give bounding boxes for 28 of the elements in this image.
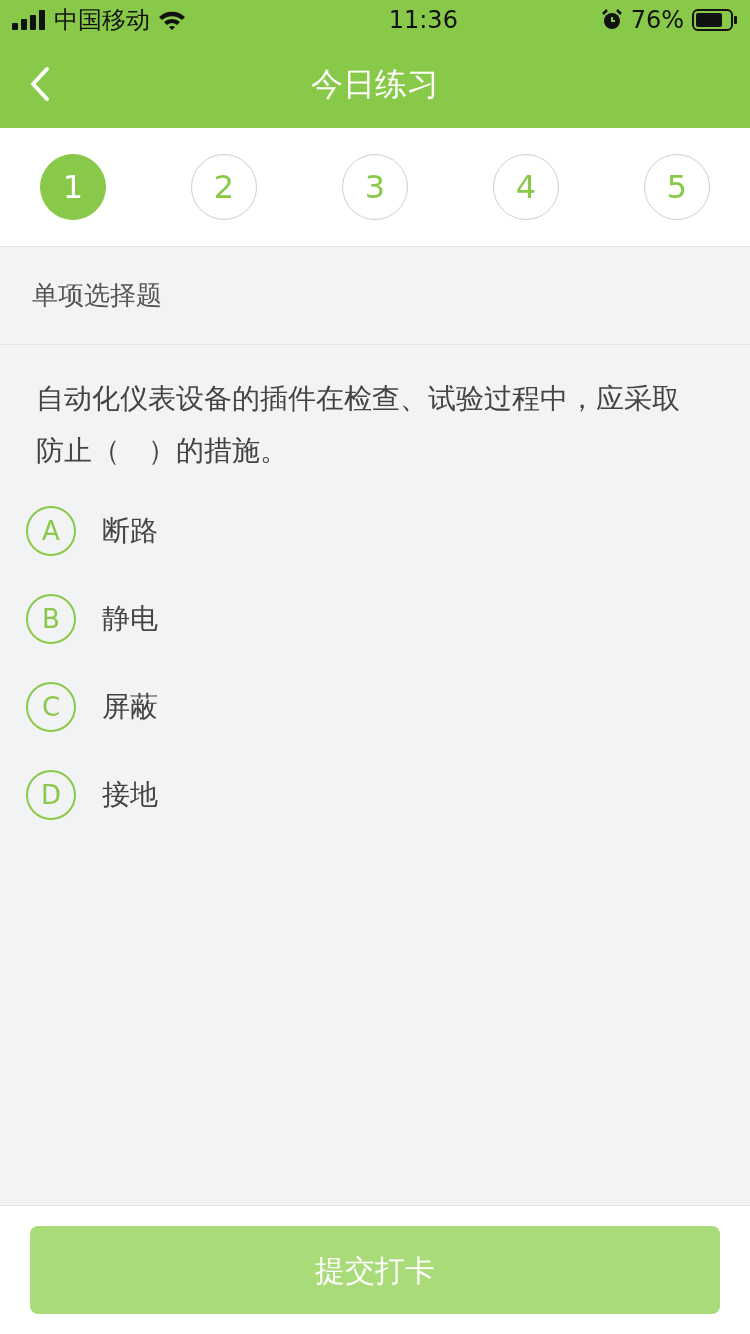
option-text: 断路	[102, 513, 158, 549]
question-number-tab[interactable]: 5	[644, 154, 710, 220]
question-number-tab[interactable]: 3	[342, 154, 408, 220]
answer-option[interactable]: C 屏蔽	[0, 663, 184, 751]
carrier-name: 中国移动	[54, 5, 150, 36]
question-number-tab[interactable]: 2	[191, 154, 257, 220]
answer-option[interactable]: A 断路	[0, 487, 184, 575]
alarm-icon	[600, 9, 623, 31]
battery-icon	[692, 9, 738, 31]
page-title: 今日练习	[311, 64, 439, 105]
question-number-tab[interactable]: 4	[493, 154, 559, 220]
question-text: 自动化仪表设备的插件在检查、试验过程中，应采取防止（ ）的措施。	[35, 381, 681, 469]
answer-option[interactable]: D 接地	[0, 751, 184, 839]
question-number-tab[interactable]: 1	[40, 154, 106, 220]
question-type: 单项选择题	[32, 279, 162, 312]
option-letter: B	[26, 594, 76, 644]
option-text: 屏蔽	[102, 689, 158, 725]
clock-time: 11:36	[388, 5, 458, 36]
battery-percent: 76%	[630, 5, 684, 36]
option-text: 接地	[102, 777, 158, 813]
answer-option[interactable]: B 静电	[0, 575, 184, 663]
option-text: 静电	[102, 601, 158, 637]
signal-icon	[12, 10, 46, 30]
back-icon	[30, 66, 50, 102]
option-letter: C	[26, 682, 76, 732]
option-letter: A	[26, 506, 76, 556]
wifi-icon	[158, 9, 186, 31]
option-letter: D	[26, 770, 76, 820]
